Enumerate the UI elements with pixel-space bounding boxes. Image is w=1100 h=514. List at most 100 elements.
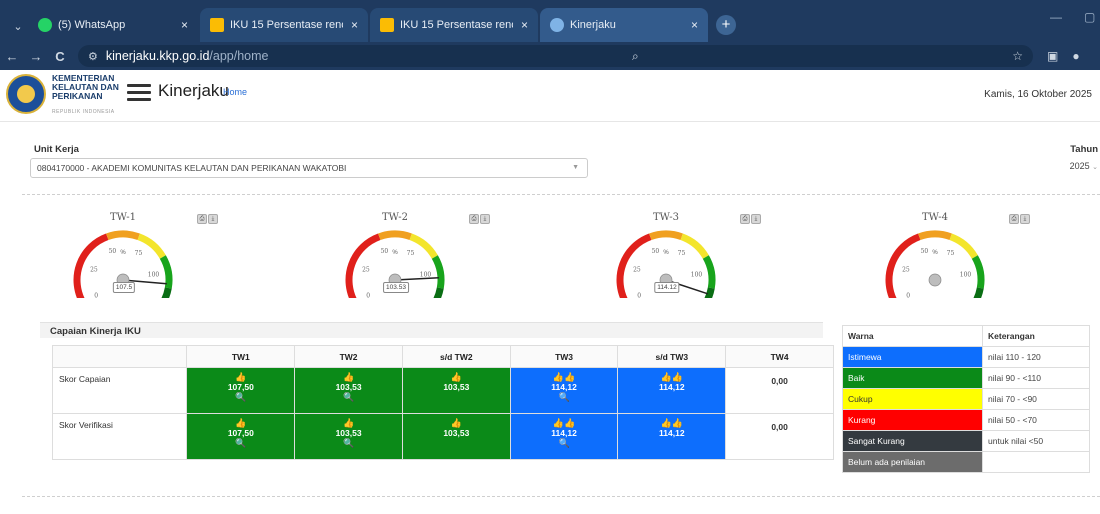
kkp-logo-icon [6, 74, 46, 114]
table-cell: 👍 103,53 [401, 413, 511, 460]
url-bar[interactable]: ⚙ kinerjaku.kkp.go.id/app/home ⌕ ☆ [78, 45, 1033, 67]
gauge-value: 114.12 [654, 282, 680, 293]
print-icon[interactable]: ⎙ [469, 214, 479, 224]
gauge-band [433, 287, 444, 298]
forward-button[interactable]: → [24, 49, 48, 64]
table-cell: 👍👍 114,12 🔍 [509, 367, 619, 414]
tahun-select[interactable]: 2025 ⌄ [1064, 156, 1100, 176]
print-icon[interactable]: ⎙ [1009, 214, 1019, 224]
gauge-tick-label: 25 [902, 266, 910, 273]
tab-close-icon[interactable]: × [691, 18, 698, 32]
tab-close-icon[interactable]: × [521, 18, 528, 32]
legend-description: nilai 50 - <70 [982, 409, 1090, 431]
legend-description: untuk nilai <50 [982, 430, 1090, 452]
gauge-unit: % [120, 250, 126, 256]
gauge-tick-label: 50 [109, 248, 117, 255]
gauge-tools: ⎙ ⤓ [1009, 214, 1030, 224]
gauge-value: 103.53 [383, 282, 409, 293]
browser-tab-bar: ⌄ (5) WhatsApp × IKU 15 Persentase renca… [0, 0, 1100, 42]
cell-value: 0,00 [771, 376, 788, 386]
magnifier-icon[interactable]: 🔍 [511, 392, 618, 403]
download-icon[interactable]: ⤓ [751, 214, 761, 224]
zoom-icon[interactable]: ⌕ [632, 49, 639, 64]
url-path: /app/home [209, 49, 269, 63]
tab-title: (5) WhatsApp [58, 19, 126, 31]
magnifier-icon[interactable]: 🔍 [511, 438, 618, 449]
hamburger-menu-icon[interactable] [127, 84, 151, 102]
thumbs-up-icon: 👍👍 [552, 372, 576, 382]
gauge-band [973, 287, 984, 298]
gauge-tick-label: 75 [407, 250, 415, 257]
app-header: KEMENTERIAN KELAUTAN DAN PERIKANAN REPUB… [0, 70, 1100, 122]
cell-value: 107,50 [227, 382, 254, 392]
magnifier-icon[interactable]: 🔍 [295, 392, 402, 403]
legend-description: nilai 90 - <110 [982, 367, 1090, 389]
reading-mode-icon[interactable]: ▣ [1047, 49, 1058, 63]
chevron-down-icon: ▼ [572, 164, 579, 171]
legend-color-name: Belum ada penilaian [842, 451, 983, 473]
browser-tab-kinerjaku[interactable]: Kinerjaku × [540, 8, 708, 42]
gauge-tick-label: 75 [135, 250, 143, 257]
gauge-tw3: 0 25 50 75 100% TW-3 ⎙ ⤓ 114.12 [610, 206, 761, 298]
whatsapp-icon [38, 18, 52, 32]
print-icon[interactable]: ⎙ [197, 214, 207, 224]
browser-tab-iku-1[interactable]: IKU 15 Persentase rencana umu × [200, 8, 368, 42]
tab-title: IKU 15 Persentase rencana umu [230, 19, 343, 31]
panel-title: Capaian Kinerja IKU [50, 326, 141, 337]
column-header: s/d TW3 [617, 345, 727, 368]
gauge-band [106, 230, 140, 241]
tab-close-icon[interactable]: × [351, 18, 358, 32]
gauge-title: TW-3 [653, 212, 679, 223]
table-row: Skor Capaian 👍 107,50 🔍 👍 103,53 🔍 👍 103,53 👍👍 114… [51, 367, 834, 414]
reload-button[interactable]: C [48, 49, 72, 64]
download-icon[interactable]: ⤓ [480, 214, 490, 224]
table-cell: 0,00 [725, 367, 834, 414]
divider [22, 194, 1100, 195]
cell-value: 114,12 [551, 382, 577, 392]
print-icon[interactable]: ⎙ [740, 214, 750, 224]
app-title: Kinerjaku [158, 81, 229, 100]
table-cell: 👍 103,53 [401, 367, 511, 414]
tab-close-icon[interactable]: × [181, 18, 188, 32]
gauge-band [971, 255, 985, 289]
page-root: ⌄ (5) WhatsApp × IKU 15 Persentase renca… [0, 0, 1100, 514]
magnifier-icon[interactable]: 🔍 [295, 438, 402, 449]
browser-tab-iku-2[interactable]: IKU 15 Persentase rencana umu × [370, 8, 538, 42]
cell-value: 103,53 [443, 382, 470, 392]
org-subtitle: REPUBLIK INDONESIA [52, 109, 115, 115]
magnifier-icon[interactable]: 🔍 [187, 438, 294, 449]
chevron-down-icon: ⌄ [1092, 164, 1098, 171]
minimize-icon[interactable]: — [1050, 10, 1062, 24]
new-tab-button[interactable]: + [716, 15, 736, 35]
site-settings-icon[interactable]: ⚙ [88, 50, 98, 63]
profile-avatar-icon[interactable]: ● [1072, 49, 1079, 63]
legend-row: Kurang nilai 50 - <70 [842, 409, 1090, 431]
legend-header-warna: Warna [842, 325, 983, 347]
download-icon[interactable]: ⤓ [208, 214, 218, 224]
legend-color-name: Istimewa [842, 346, 983, 368]
maximize-icon[interactable]: ▢ [1084, 10, 1095, 24]
download-icon[interactable]: ⤓ [1020, 214, 1030, 224]
gauge-band [431, 255, 445, 289]
thumbs-up-icon: 👍👍 [660, 372, 684, 382]
column-header: s/d TW2 [401, 345, 511, 368]
gauge-tick-label: 50 [652, 248, 660, 255]
table-cell: 👍👍 114,12 [617, 413, 727, 460]
bookmark-star-icon[interactable]: ☆ [1012, 49, 1023, 63]
legend-row: Sangat Kurang untuk nilai <50 [842, 430, 1090, 452]
legend-row: Belum ada penilaian [842, 451, 1090, 473]
gauge-tick-label: 0 [906, 293, 910, 299]
back-button[interactable]: ← [0, 49, 24, 64]
browser-tab-whatsapp[interactable]: (5) WhatsApp × [28, 8, 198, 42]
gauge-title: TW-4 [922, 212, 948, 223]
breadcrumb-home[interactable]: Home [223, 87, 247, 97]
gauge-tick-label: 100 [960, 272, 972, 279]
magnifier-icon[interactable]: 🔍 [187, 392, 294, 403]
tab-search-chevron-icon[interactable]: ⌄ [8, 12, 28, 42]
table-cell: 👍 107,50 🔍 [186, 413, 296, 460]
tab-title: Kinerjaku [570, 19, 616, 31]
table-cell: 0,00 [725, 413, 834, 460]
unit-kerja-select[interactable]: 0804170000 - AKADEMI KOMUNITAS KELAUTAN … [30, 158, 588, 178]
legend-body: Istimewa nilai 110 - 120 Baik nilai 90 - <1… [842, 346, 1090, 473]
legend-table: Warna Keterangan Istimewa nilai 110 - 120… [842, 325, 1090, 473]
